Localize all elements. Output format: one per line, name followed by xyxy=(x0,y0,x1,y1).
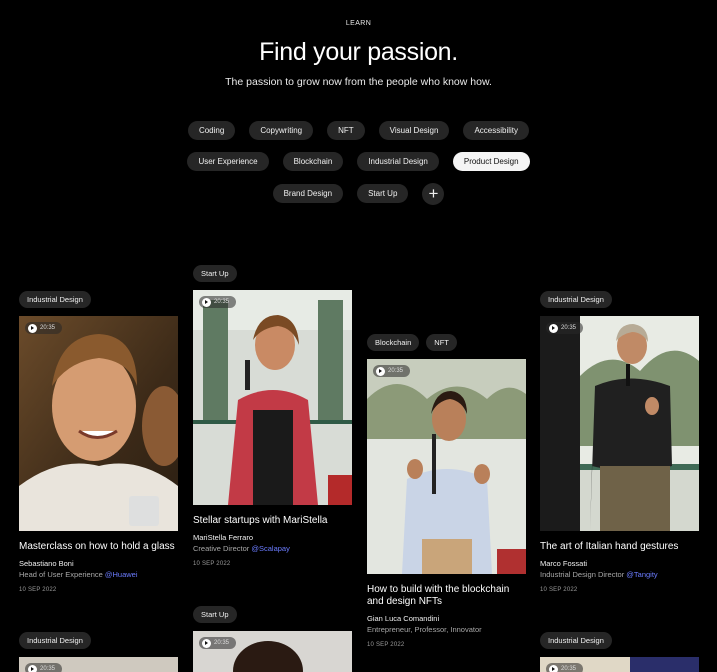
speaker-role: Industrial Design Director @Tangity xyxy=(540,570,658,579)
speaker-role: Entrepreneur, Professor, Innovator xyxy=(367,625,482,634)
topic-coding[interactable]: Coding xyxy=(187,121,236,140)
card-date: 10 SEP 2022 xyxy=(193,561,231,567)
topic-visual-design[interactable]: Visual Design xyxy=(378,121,450,140)
video-thumbnail[interactable]: 20:35 xyxy=(193,290,352,505)
plus-icon[interactable]: + xyxy=(422,183,445,205)
card-tag[interactable]: Industrial Design xyxy=(540,291,612,308)
duration-badge: 20:35 xyxy=(373,365,411,377)
card-tag[interactable]: Industrial Design xyxy=(540,632,612,649)
play-icon xyxy=(549,664,558,672)
card-title[interactable]: Stellar startups with MariStella xyxy=(193,515,352,527)
topic-industrial-design[interactable]: Industrial Design xyxy=(357,152,439,171)
card-tag[interactable]: Start Up xyxy=(193,265,237,282)
card-date: 10 SEP 2022 xyxy=(19,587,57,593)
card-title[interactable]: How to build with the blockchain and des… xyxy=(367,584,526,608)
course-card: Start Up 20:35 Stellar startups with Mar… xyxy=(193,265,352,567)
duration-badge: 20:35 xyxy=(546,663,584,672)
speaker-photo xyxy=(367,359,526,574)
topic-copywriting[interactable]: Copywriting xyxy=(249,121,314,140)
duration-label: 20:35 xyxy=(561,666,577,672)
course-card: Blockchain NFT 20:35 How to build with t… xyxy=(367,334,526,648)
duration-label: 20:35 xyxy=(40,325,56,331)
play-icon xyxy=(202,638,211,648)
speaker-role: Creative Director @Scalapay xyxy=(193,544,290,553)
card-date: 10 SEP 2022 xyxy=(540,587,578,593)
speaker-name: Gian Luca Comandini xyxy=(367,614,440,623)
company-link[interactable]: @Scalapay xyxy=(251,544,289,553)
speaker-photo xyxy=(540,316,699,531)
play-icon xyxy=(202,297,211,307)
speaker-name: Marco Fossati xyxy=(540,559,588,568)
video-thumbnail[interactable]: 20:35 xyxy=(19,657,178,672)
course-card: Industrial Design 20:35 Masterclass on h… xyxy=(19,291,178,593)
topic-row-2: User Experience Blockchain Industrial De… xyxy=(0,152,717,171)
topic-brand-design[interactable]: Brand Design xyxy=(272,184,344,203)
speaker-name: Sebastiano Boni xyxy=(19,559,74,568)
eyebrow-label: LEARN xyxy=(345,20,372,27)
topic-accessibility[interactable]: Accessibility xyxy=(463,121,530,140)
speaker-photo xyxy=(193,290,352,505)
play-icon xyxy=(549,323,558,333)
course-card: Industrial Design 20:35 xyxy=(19,632,178,672)
card-tag[interactable]: Industrial Design xyxy=(19,291,91,308)
topic-row-3: Brand Design Start Up + xyxy=(0,183,717,205)
company-link[interactable]: @Tangity xyxy=(626,570,657,579)
page-subtitle: The passion to grow now from the people … xyxy=(225,76,492,88)
topic-nft[interactable]: NFT xyxy=(327,121,365,140)
card-tag[interactable]: Industrial Design xyxy=(19,632,91,649)
play-icon xyxy=(376,366,385,376)
play-icon xyxy=(28,664,37,672)
duration-badge: 20:35 xyxy=(546,322,584,334)
card-title[interactable]: Masterclass on how to hold a glass xyxy=(19,541,178,553)
duration-label: 20:35 xyxy=(214,299,230,305)
video-thumbnail[interactable]: 20:35 xyxy=(540,657,699,672)
play-icon xyxy=(28,323,37,333)
speaker-role: Head of User Experience @Huawei xyxy=(19,570,138,579)
topic-blockchain[interactable]: Blockchain xyxy=(282,152,344,171)
topic-user-experience[interactable]: User Experience xyxy=(187,152,269,171)
video-thumbnail[interactable]: 20:35 xyxy=(19,316,178,531)
video-thumbnail[interactable]: 20:35 xyxy=(367,359,526,574)
duration-label: 20:35 xyxy=(40,666,56,672)
card-tag[interactable]: NFT xyxy=(426,334,457,351)
card-tag[interactable]: Blockchain xyxy=(367,334,420,351)
speaker-photo xyxy=(19,316,178,531)
duration-badge: 20:35 xyxy=(25,322,63,334)
course-card: Industrial Design 20:35 xyxy=(540,632,699,672)
duration-badge: 20:35 xyxy=(199,637,237,649)
duration-badge: 20:35 xyxy=(199,296,237,308)
topic-row-1: Coding Copywriting NFT Visual Design Acc… xyxy=(0,121,717,140)
video-thumbnail[interactable]: 20:35 xyxy=(540,316,699,531)
duration-badge: 20:35 xyxy=(25,663,63,672)
topic-start-up[interactable]: Start Up xyxy=(357,184,409,203)
card-title[interactable]: The art of Italian hand gestures xyxy=(540,541,699,553)
video-thumbnail[interactable]: 20:35 xyxy=(193,631,352,672)
card-date: 10 SEP 2022 xyxy=(367,642,405,648)
duration-label: 20:35 xyxy=(214,640,230,646)
topic-product-design[interactable]: Product Design xyxy=(452,152,530,171)
speaker-name: MariStella Ferraro xyxy=(193,533,254,542)
card-tag[interactable]: Start Up xyxy=(193,606,237,623)
duration-label: 20:35 xyxy=(388,368,404,374)
duration-label: 20:35 xyxy=(561,325,577,331)
course-card: Industrial Design 20:35 The art of Itali… xyxy=(540,291,699,593)
course-card: Start Up 20:35 xyxy=(193,606,352,672)
page-title: Find your passion. xyxy=(259,38,458,66)
company-link[interactable]: @Huawei xyxy=(105,570,138,579)
